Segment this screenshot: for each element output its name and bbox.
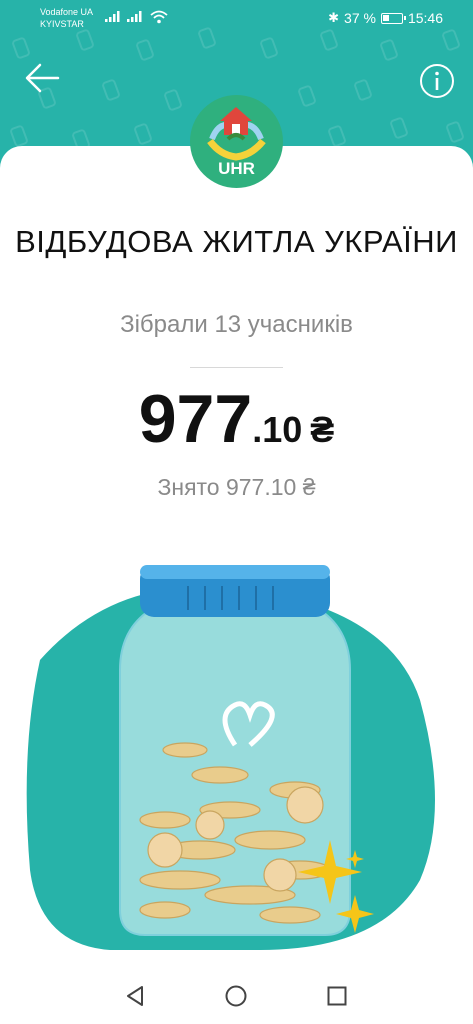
triangle-back-icon[interactable]: [122, 982, 150, 1010]
bluetooth-icon: ✱: [328, 10, 340, 25]
battery-percent: 37 %: [344, 10, 376, 26]
battery-icon: [380, 12, 406, 24]
carrier-secondary: KYIVSTAR: [40, 19, 84, 29]
status-bar: Vodafone UA KYIVSTAR ✱ 37 % 15:46: [0, 0, 473, 34]
system-nav-bar: [0, 968, 473, 1024]
divider: [190, 367, 283, 368]
wifi-icon: [150, 10, 168, 24]
amount-integer: 977: [138, 381, 253, 457]
jar-title: ВІДБУДОВА ЖИТЛА УКРАЇНИ: [15, 224, 458, 259]
clock: 15:46: [407, 10, 443, 26]
participants-count: Зібрали 13 учасників: [120, 311, 353, 338]
circle-home-icon[interactable]: [222, 982, 250, 1010]
currency-symbol: ₴: [310, 409, 335, 450]
info-circle-icon[interactable]: [418, 62, 456, 100]
signal-icon-2: [127, 11, 142, 22]
jar-logo: UHR: [190, 95, 283, 188]
carrier-labels: Vodafone UA KYIVSTAR: [40, 6, 93, 30]
logo-text: UHR: [218, 159, 255, 178]
jar-illustration: [26, 565, 436, 950]
arrow-left-icon[interactable]: [22, 58, 62, 98]
carrier-primary: Vodafone UA: [40, 7, 94, 17]
withdrawn-amount: Знято 977.10 ₴: [157, 474, 316, 500]
collected-amount: 977.10 ₴: [0, 380, 473, 458]
signal-icon: [105, 11, 120, 22]
status-right: ✱ 37 % 15:46: [328, 10, 443, 26]
square-recents-icon[interactable]: [323, 982, 351, 1010]
amount-decimal: .10: [252, 409, 303, 450]
